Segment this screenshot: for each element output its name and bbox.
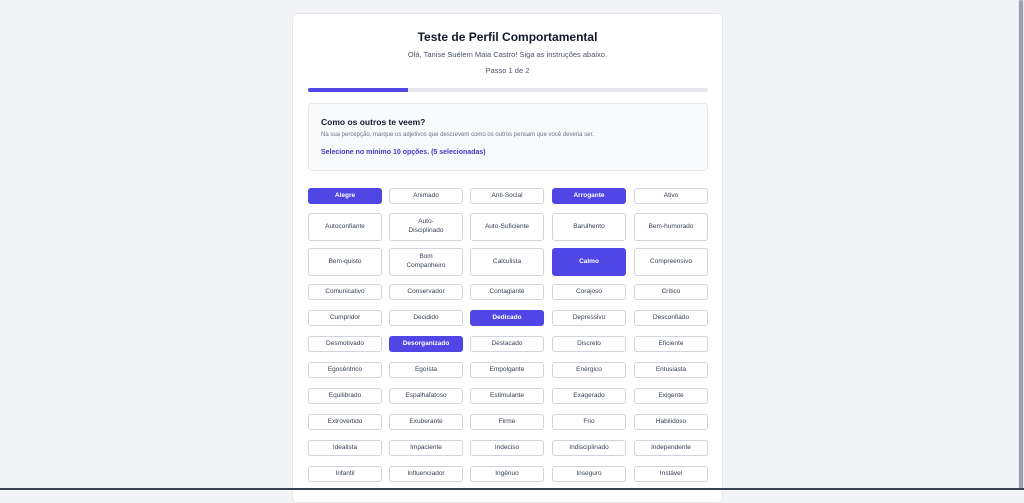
question-title: Como os outros te veem? xyxy=(321,117,426,127)
option-independente[interactable]: Independente xyxy=(634,440,708,456)
option-barulhento[interactable]: Barulhento xyxy=(552,213,626,241)
progress-fill xyxy=(308,88,408,92)
option-auto-disciplinado[interactable]: Auto- Disciplinado xyxy=(389,213,463,241)
option-arrogante[interactable]: Arrogante xyxy=(552,188,626,204)
option-destacado[interactable]: Destacado xyxy=(470,336,544,352)
option-decidido[interactable]: Decidido xyxy=(389,310,463,326)
option-eficiente[interactable]: Eficiente xyxy=(634,336,708,352)
option-espalhafatoso[interactable]: Espalhafatoso xyxy=(389,388,463,404)
option-exuberante[interactable]: Exuberante xyxy=(389,414,463,430)
question-box: Como os outros te veem? Na sua percepção… xyxy=(308,103,708,171)
option-exigente[interactable]: Exigente xyxy=(634,388,708,404)
scrollbar-thumb[interactable] xyxy=(1019,0,1023,490)
option-empolgante[interactable]: Empolgante xyxy=(470,362,544,378)
option-compreensivo[interactable]: Compreensivo xyxy=(634,248,708,276)
option-habilidoso[interactable]: Habilidoso xyxy=(634,414,708,430)
option-impaciente[interactable]: Impaciente xyxy=(389,440,463,456)
option-desorganizado[interactable]: Desorganizado xyxy=(389,336,463,352)
option-bem-quisto[interactable]: Bem-quisto xyxy=(308,248,382,276)
option-dedicado[interactable]: Dedicado xyxy=(470,310,544,326)
option-instável[interactable]: Instável xyxy=(634,466,708,482)
option-infantil[interactable]: Infantil xyxy=(308,466,382,482)
option-autoconfiante[interactable]: Autoconfiante xyxy=(308,213,382,241)
progress-bar xyxy=(308,88,708,92)
option-crítico[interactable]: Crítico xyxy=(634,284,708,300)
test-card: Teste de Perfil Comportamental Olá, Tani… xyxy=(292,13,723,503)
step-indicator: Passo 1 de 2 xyxy=(485,66,530,75)
option-egoísta[interactable]: Egoísta xyxy=(389,362,463,378)
option-firme[interactable]: Firme xyxy=(470,414,544,430)
option-indeciso[interactable]: Indeciso xyxy=(470,440,544,456)
option-calculista[interactable]: Calculista xyxy=(470,248,544,276)
option-frio[interactable]: Frio xyxy=(552,414,626,430)
option-enérgico[interactable]: Enérgico xyxy=(552,362,626,378)
option-contagiante[interactable]: Contagiante xyxy=(470,284,544,300)
option-bem-humorado[interactable]: Bem-humorado xyxy=(634,213,708,241)
option-anti-social[interactable]: Anti-Social xyxy=(470,188,544,204)
option-alegre[interactable]: Alegre xyxy=(308,188,382,204)
option-animado[interactable]: Animado xyxy=(389,188,463,204)
option-desmotivado[interactable]: Desmotivado xyxy=(308,336,382,352)
option-exagerado[interactable]: Exagerado xyxy=(552,388,626,404)
option-comunicativo[interactable]: Comunicativo xyxy=(308,284,382,300)
option-equilibrado[interactable]: Equilibrado xyxy=(308,388,382,404)
scrollbar[interactable] xyxy=(1018,0,1024,490)
option-ingênuo[interactable]: Ingênuo xyxy=(470,466,544,482)
page-title: Teste de Perfil Comportamental xyxy=(417,30,598,44)
option-conservador[interactable]: Conservador xyxy=(389,284,463,300)
option-auto-suficiente[interactable]: Auto-Suficiente xyxy=(470,213,544,241)
option-idealista[interactable]: Idealista xyxy=(308,440,382,456)
selection-requirement: Selecione no mínimo 10 opções. (5 seleci… xyxy=(321,149,486,156)
option-calmo[interactable]: Calmo xyxy=(552,248,626,276)
option-ativo[interactable]: Ativo xyxy=(634,188,708,204)
option-inseguro[interactable]: Inseguro xyxy=(552,466,626,482)
option-corajoso[interactable]: Corajoso xyxy=(552,284,626,300)
question-description: Na sua percepção, marque os adjetivos qu… xyxy=(321,132,594,138)
option-extrovertido[interactable]: Extrovertido xyxy=(308,414,382,430)
option-desconfiado[interactable]: Desconfiado xyxy=(634,310,708,326)
option-estimulante[interactable]: Estimulante xyxy=(470,388,544,404)
option-discreto[interactable]: Discreto xyxy=(552,336,626,352)
greeting-text: Olá, Tanise Suélem Maia Castro! Siga as … xyxy=(407,50,608,59)
option-bom-companheiro[interactable]: Bom Companheiro xyxy=(389,248,463,276)
option-cumpridor[interactable]: Cumpridor xyxy=(308,310,382,326)
option-indisciplinado[interactable]: Indisciplinado xyxy=(552,440,626,456)
option-egocêntrico[interactable]: Egocêntrico xyxy=(308,362,382,378)
option-influenciador[interactable]: Influenciador xyxy=(389,466,463,482)
option-depressivo[interactable]: Depressivo xyxy=(552,310,626,326)
option-entusiasta[interactable]: Entusiasta xyxy=(634,362,708,378)
